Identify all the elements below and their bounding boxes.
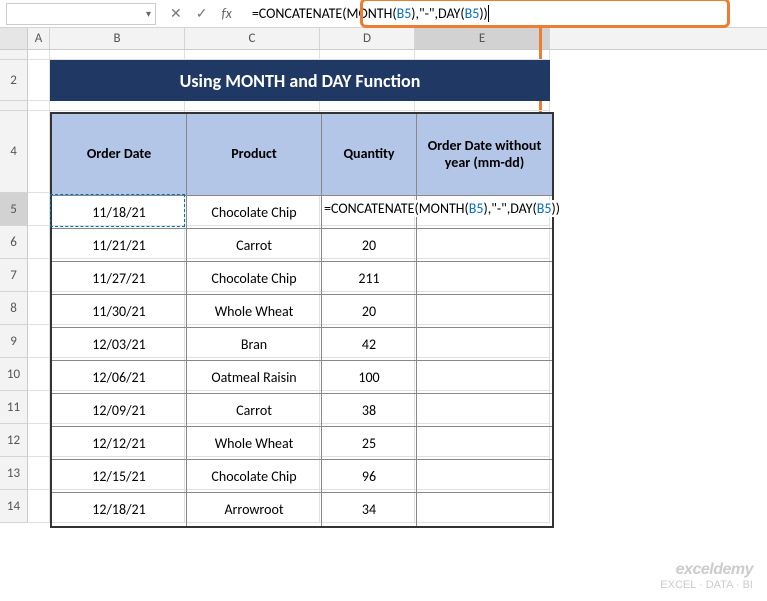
table-row: 12/12/21Whole Wheat25 bbox=[52, 427, 552, 460]
formula-input[interactable]: =CONCATENATE(MONTH(B5),"-",DAY(B5)) bbox=[246, 0, 767, 27]
table-row: 12/03/21Bran42 bbox=[52, 328, 552, 361]
table-row: 11/30/21Whole Wheat20 bbox=[52, 295, 552, 328]
page-title: Using MONTH and DAY Function bbox=[50, 60, 550, 101]
table-row: 11/21/21Carrot20 bbox=[52, 229, 552, 262]
row-1-collapsed bbox=[0, 50, 767, 60]
cell-B7[interactable]: 11/27/21 bbox=[52, 262, 187, 295]
col-header-A[interactable]: A bbox=[28, 28, 50, 49]
cell-C9[interactable]: Bran bbox=[187, 328, 322, 361]
in-cell-formula: =CONCATENATE(MONTH(B5),"-",DAY(B5)) bbox=[322, 200, 562, 217]
col-header-C[interactable]: C bbox=[185, 28, 320, 49]
table-row: 12/06/21Oatmeal Raisin100 bbox=[52, 361, 552, 394]
confirm-icon[interactable]: ✓ bbox=[196, 5, 208, 22]
header-mmdd: Order Date without year (mm-dd) bbox=[417, 114, 552, 196]
cell-C14[interactable]: Arrowroot bbox=[187, 493, 322, 526]
table-row: 12/18/21Arrowroot34 bbox=[52, 493, 552, 526]
cell-E8[interactable] bbox=[417, 295, 552, 328]
cell-D6[interactable]: 20 bbox=[322, 229, 417, 262]
cell-B6[interactable]: 11/21/21 bbox=[52, 229, 187, 262]
formula-bar: ▾ ✕ ✓ fx =CONCATENATE(MONTH(B5),"-",DAY(… bbox=[0, 0, 767, 28]
grid: 2 4 5 6 7 8 9 10 11 12 13 14 Using MONTH… bbox=[0, 50, 767, 523]
cell-B5[interactable]: 11/18/21 bbox=[52, 196, 187, 229]
cell-C7[interactable]: Chocolate Chip bbox=[187, 262, 322, 295]
cell-B9[interactable]: 12/03/21 bbox=[52, 328, 187, 361]
col-header-B[interactable]: B bbox=[50, 28, 185, 49]
chevron-down-icon[interactable]: ▾ bbox=[146, 7, 151, 20]
cell-E9[interactable] bbox=[417, 328, 552, 361]
col-header-E[interactable]: E bbox=[415, 28, 550, 49]
cell-D7[interactable]: 211 bbox=[322, 262, 417, 295]
cell-C5[interactable]: Chocolate Chip bbox=[187, 196, 322, 229]
name-box[interactable]: ▾ bbox=[6, 3, 156, 25]
table-row: 12/15/21Chocolate Chip96 bbox=[52, 460, 552, 493]
row-3-collapsed bbox=[0, 101, 767, 111]
cell-D12[interactable]: 25 bbox=[322, 427, 417, 460]
cell-B12[interactable]: 12/12/21 bbox=[52, 427, 187, 460]
cell-B13[interactable]: 12/15/21 bbox=[52, 460, 187, 493]
cell-D8[interactable]: 20 bbox=[322, 295, 417, 328]
formula-text: =CONCATENATE(MONTH(B5),"-",DAY(B5)) bbox=[252, 5, 489, 22]
cell-C10[interactable]: Oatmeal Raisin bbox=[187, 361, 322, 394]
cell-E6[interactable] bbox=[417, 229, 552, 262]
header-order-date: Order Date bbox=[52, 114, 187, 196]
table-row: 11/27/21Chocolate Chip211 bbox=[52, 262, 552, 295]
cell-E14[interactable] bbox=[417, 493, 552, 526]
cell-C11[interactable]: Carrot bbox=[187, 394, 322, 427]
cell-C6[interactable]: Carrot bbox=[187, 229, 322, 262]
cell-D14[interactable]: 34 bbox=[322, 493, 417, 526]
cell-B8[interactable]: 11/30/21 bbox=[52, 295, 187, 328]
col-header-D[interactable]: D bbox=[320, 28, 415, 49]
cell-C12[interactable]: Whole Wheat bbox=[187, 427, 322, 460]
formula-bar-buttons: ✕ ✓ fx bbox=[170, 5, 232, 22]
cell-E10[interactable] bbox=[417, 361, 552, 394]
cell-B11[interactable]: 12/09/21 bbox=[52, 394, 187, 427]
watermark-tag: EXCEL · DATA · BI bbox=[660, 579, 753, 591]
table-header: Order Date Product Quantity Order Date w… bbox=[52, 114, 552, 196]
cell-D13[interactable]: 96 bbox=[322, 460, 417, 493]
cell-B10[interactable]: 12/06/21 bbox=[52, 361, 187, 394]
header-product: Product bbox=[187, 114, 322, 196]
cancel-icon[interactable]: ✕ bbox=[170, 5, 182, 22]
cell-D9[interactable]: 42 bbox=[322, 328, 417, 361]
cell-C8[interactable]: Whole Wheat bbox=[187, 295, 322, 328]
cell-C13[interactable]: Chocolate Chip bbox=[187, 460, 322, 493]
watermark: exceldemy EXCEL · DATA · BI bbox=[660, 561, 753, 591]
cell-E7[interactable] bbox=[417, 262, 552, 295]
data-table: Order Date Product Quantity Order Date w… bbox=[50, 112, 554, 528]
cell-B14[interactable]: 12/18/21 bbox=[52, 493, 187, 526]
header-quantity: Quantity bbox=[322, 114, 417, 196]
watermark-brand: exceldemy bbox=[660, 561, 753, 579]
cell-E11[interactable] bbox=[417, 394, 552, 427]
cell-D10[interactable]: 100 bbox=[322, 361, 417, 394]
cell-D11[interactable]: 38 bbox=[322, 394, 417, 427]
cell-E12[interactable] bbox=[417, 427, 552, 460]
cell-E13[interactable] bbox=[417, 460, 552, 493]
column-headers: A B C D E bbox=[0, 28, 767, 50]
select-all-corner[interactable] bbox=[0, 28, 28, 49]
table-row: 12/09/21Carrot38 bbox=[52, 394, 552, 427]
fx-icon[interactable]: fx bbox=[221, 5, 231, 22]
